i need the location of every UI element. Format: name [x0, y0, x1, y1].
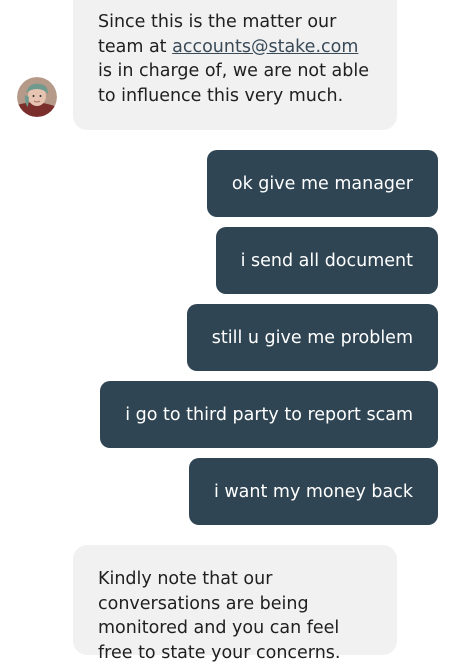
user-message: i go to third party to report scam	[100, 381, 438, 448]
user-message: ok give me manager	[206, 150, 438, 217]
user-message-text: i want my money back	[213, 481, 413, 502]
agent-message-text: Since this is the matter our team at acc…	[98, 10, 372, 108]
agent-message: Since this is the matter our team at acc…	[73, 0, 397, 130]
user-message-text: i go to third party to report scam	[125, 404, 413, 425]
user-message-text: still u give me problem	[211, 327, 413, 348]
agent-message-text: Kindly note that our conversations are b…	[98, 569, 341, 663]
agent-message: Kindly note that our conversations are b…	[73, 545, 397, 663]
email-link[interactable]: accounts@stake.com	[172, 37, 358, 57]
agent-avatar	[17, 77, 57, 117]
avatar-image	[17, 77, 57, 117]
agent-message-text-part: is in charge of, we are not able to infl…	[98, 61, 370, 106]
user-message: still u give me problem	[186, 304, 438, 371]
user-message: i send all document	[215, 227, 438, 294]
chat-thread: Since this is the matter our team at acc…	[0, 0, 457, 663]
user-message: i want my money back	[188, 458, 438, 525]
user-message-text: i send all document	[240, 250, 413, 271]
user-message-text: ok give me manager	[231, 173, 413, 194]
